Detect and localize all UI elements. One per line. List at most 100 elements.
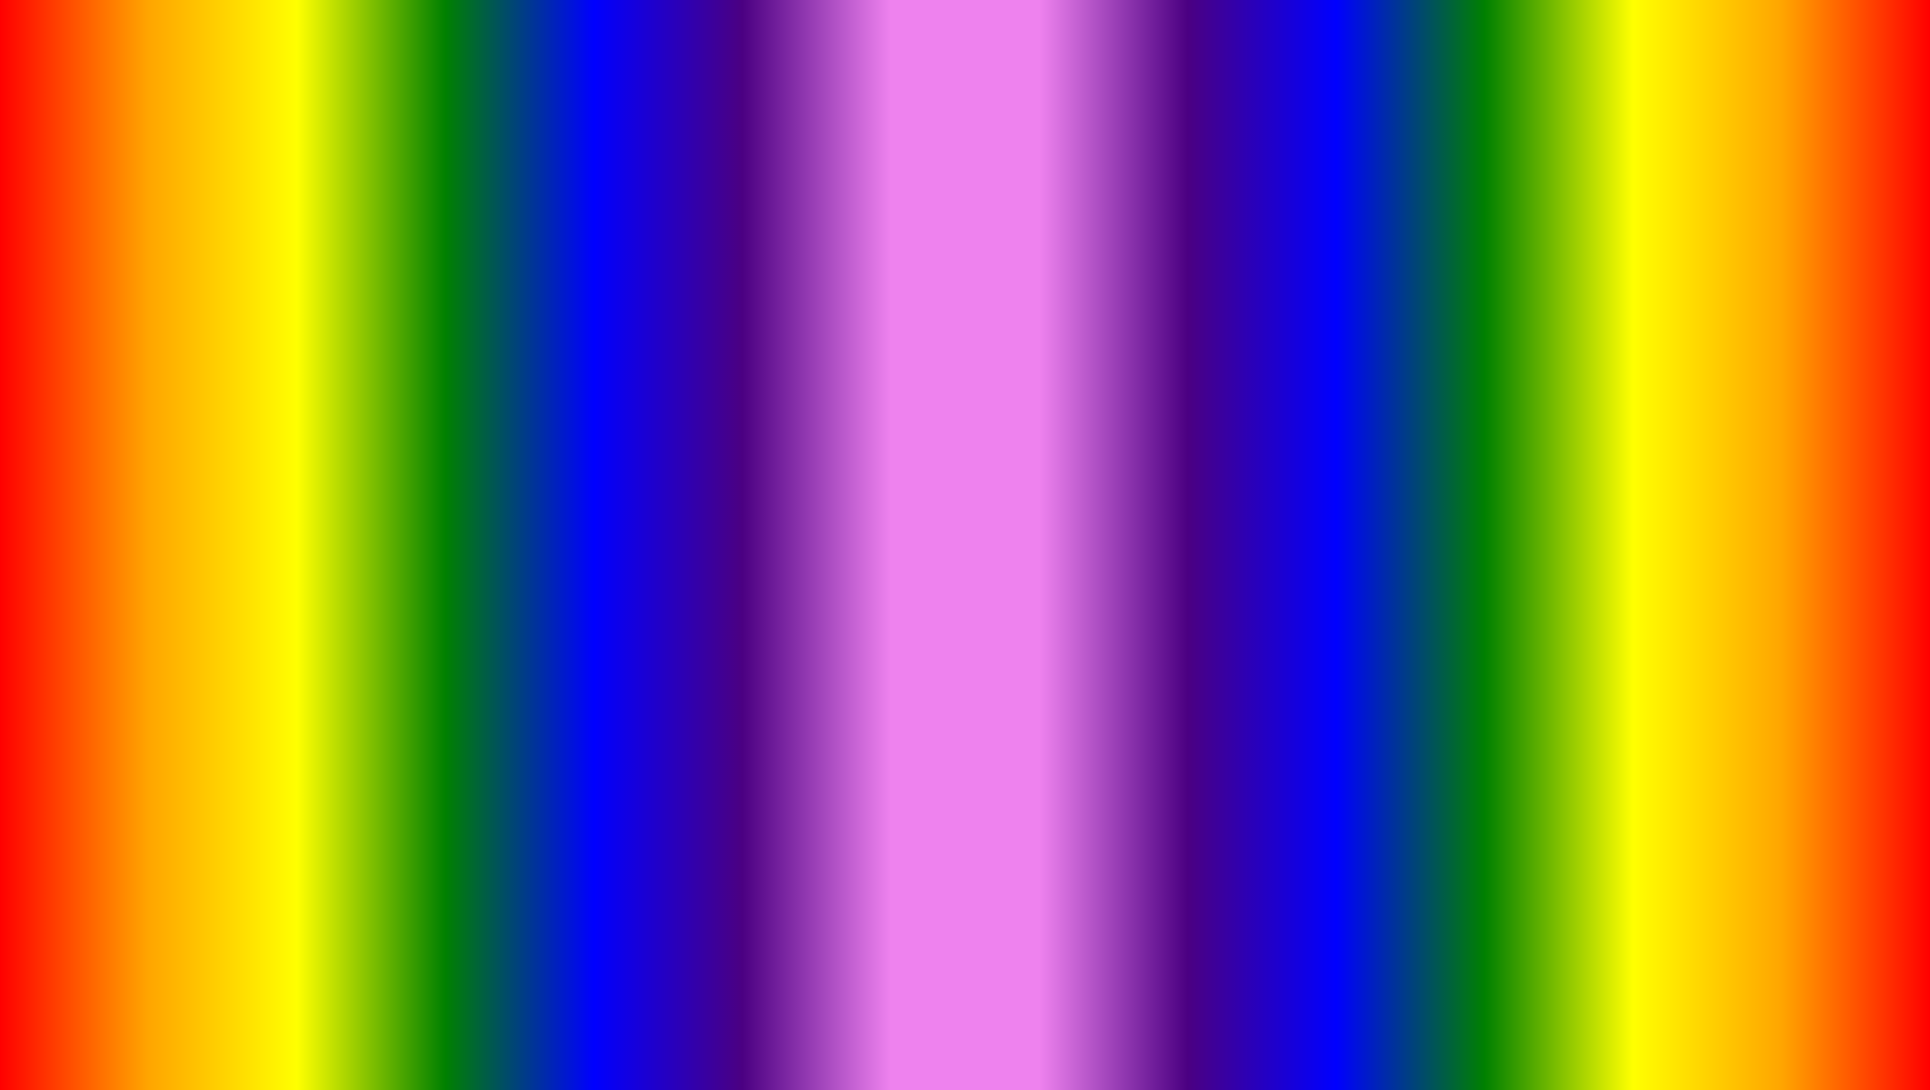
law-dungeon-header: \\ Law Dungeon //: [951, 463, 1379, 475]
bottom-pastebin: PASTEBIN: [1191, 952, 1709, 1058]
left-farm-selected-monster-label: Farm Selected Monster: [219, 500, 567, 514]
left-time-label: [Time] :: [416, 296, 456, 310]
bg-blob-purple: [1680, 690, 1930, 990]
left-panel-username: ULULUK: [131, 296, 184, 311]
left-time-value: 08:12:27: [470, 296, 517, 310]
right-auto-awake-icon: B: [959, 381, 991, 413]
title-letter-u: U: [1108, 32, 1206, 178]
right-sidebar: Main Settings Weapons Race V4 Stats Play…: [863, 367, 943, 633]
left-select-monster-row: Select Monster : ▼: [171, 447, 599, 479]
left-sidebar-teleport[interactable]: Teleport: [83, 571, 162, 604]
right-auto-buy-law-chip-label: Auto Buy Law Chip: [999, 496, 1347, 510]
title-letter-t: T: [1246, 32, 1329, 178]
right-sidebar-weapons[interactable]: Weapons: [863, 435, 942, 468]
right-panel-logo: B: [873, 289, 901, 317]
next-island-button[interactable]: Next Island: [951, 425, 1379, 457]
left-sidebar-settings[interactable]: Settings: [83, 401, 162, 434]
left-other-label: Other: [371, 427, 399, 439]
left-user-row: XxArSendxX Hr(s) : 0 Min(s) : 3 Sec(s) :…: [83, 324, 607, 367]
title-letter-b: B: [510, 32, 608, 178]
right-fps-label: [FPS] :: [1312, 296, 1349, 310]
right-auto-buy-law-chip-icon: B: [959, 487, 991, 519]
main-title: BLOX FRUITS: [0, 30, 1930, 180]
svg-text:B: B: [970, 595, 980, 611]
right-fps-value: 30: [1364, 296, 1377, 310]
left-sidebar: Main Settings Weapons Race V4 Stats Play…: [83, 367, 163, 609]
svg-text:B: B: [970, 389, 980, 405]
left-panel-stats: Blox Fruit Update 18 [Time] : 08:12:27 […: [291, 296, 597, 310]
left-select-monster-dropdown[interactable]: ▼: [274, 453, 591, 473]
law-dungeon-line-2: [1216, 469, 1379, 470]
right-auto-awake-checkbox[interactable]: [1355, 389, 1371, 405]
left-user-name: XxArSendxX: [133, 338, 211, 353]
svg-text:B: B: [970, 545, 980, 561]
left-auto-bf-mastery-label: Auto BF Mastery: [219, 572, 567, 586]
left-sidebar-main[interactable]: Main: [83, 367, 162, 400]
title-letter-s: S: [1330, 32, 1421, 178]
right-user-stats: Hr(s) : 0 Min(s) : 4 Sec(s) : 34 [Ping] …: [1070, 338, 1377, 352]
left-sidebar-player[interactable]: Player: [83, 537, 162, 570]
right-sidebar-teleport[interactable]: Teleport: [863, 571, 942, 604]
right-auto-buy-law-chip-checkbox[interactable]: [1355, 495, 1371, 511]
right-auto-buy-law-chip-row: B Auto Buy Law Chip: [951, 481, 1379, 525]
right-auto-awake-row: B Auto Awake: [951, 375, 1379, 419]
right-panel-content: B Auto Awake Next Island \\ Law Dungeon …: [943, 367, 1387, 633]
svg-text:B: B: [190, 389, 200, 405]
left-auto-bf-mastery-icon: B: [179, 563, 211, 595]
left-panel-header: B ULULUK Blox Fruit Update 18 [Time] : 0…: [83, 283, 607, 324]
left-sidebar-racev4[interactable]: Race V4: [83, 469, 162, 502]
left-sidebar-weapons[interactable]: Weapons: [83, 435, 162, 468]
right-panel-body: Main Settings Weapons Race V4 Stats Play…: [863, 367, 1387, 633]
left-fps-value: 33: [584, 296, 597, 310]
left-other-divider: Other: [171, 425, 599, 441]
right-panel-username: ULULUK: [911, 296, 964, 311]
left-auto-bf-mastery-checkbox[interactable]: [575, 571, 591, 587]
bottom-tagline: AUTO FARM SCRIPT PASTEBIN: [0, 951, 1930, 1060]
svg-text:B: B: [190, 499, 200, 515]
left-panel-body: Main Settings Weapons Race V4 Stats Play…: [83, 367, 607, 609]
law-dungeon-label: \\ Law Dungeon //: [1122, 463, 1208, 475]
right-time-value: 08:13:02: [1250, 296, 1297, 310]
left-script-panel: B ULULUK Blox Fruit Update 18 [Time] : 0…: [80, 280, 610, 612]
left-start-auto-farm-icon: B: [179, 381, 211, 413]
right-game-version: Blox Fruit Update 18: [1071, 296, 1180, 310]
left-sidebar-stats[interactable]: Stats: [83, 503, 162, 536]
left-user-stats: Hr(s) : 0 Min(s) : 3 Sec(s) : 58 [Ping] …: [296, 338, 597, 352]
left-farm-selected-monster-checkbox[interactable]: [575, 499, 591, 515]
title-letter-f: F: [927, 32, 1010, 178]
left-farm-selected-monster-icon: B: [179, 491, 211, 523]
right-user-name: XxArSendxX: [913, 338, 991, 353]
right-user-row: XxArSendxX Hr(s) : 0 Min(s) : 4 Sec(s) :…: [863, 324, 1387, 367]
right-panel-stats: Blox Fruit Update 18 [Time] : 08:13:02 […: [1071, 296, 1377, 310]
left-mastery-line-2: [413, 543, 599, 544]
right-script-panel: B ULULUK Blox Fruit Update 18 [Time] : 0…: [860, 280, 1390, 636]
right-sidebar-racev4[interactable]: Race V4: [863, 469, 942, 502]
title-letter-l: L: [608, 32, 691, 178]
left-divider-line-1: [171, 433, 363, 434]
left-auto-bf-mastery-row: B Auto BF Mastery: [171, 557, 599, 601]
right-auto-kill-law-label: Auto Kill Law: [999, 596, 1347, 610]
left-mastery-label: Mastery: [365, 537, 404, 549]
svg-text:B: B: [103, 298, 111, 311]
right-sidebar-player[interactable]: Player: [863, 537, 942, 570]
left-fps-label: [FPS] :: [532, 296, 569, 310]
left-start-auto-farm-label: Start Auto Farm: [219, 390, 567, 404]
right-auto-kill-law-checkbox[interactable]: [1355, 595, 1371, 611]
left-dropdown-arrow: ▼: [574, 456, 586, 470]
right-auto-start-law-dungeon-checkbox[interactable]: [1355, 545, 1371, 561]
right-sidebar-settings[interactable]: Settings: [863, 401, 942, 434]
bottom-farm: FARM: [497, 952, 803, 1058]
left-select-monster-label: Select Monster :: [179, 456, 266, 470]
law-dungeon-line-1: [951, 469, 1114, 470]
left-farm-selected-monster-row: B Farm Selected Monster: [171, 485, 599, 529]
right-auto-start-law-dungeon-label: Auto Start Law Dungeon: [999, 546, 1347, 560]
right-auto-kill-law-row: B Auto Kill Law: [951, 581, 1379, 625]
bottom-script: SCRIPT: [802, 952, 1191, 1058]
left-start-auto-farm-checkbox[interactable]: [575, 389, 591, 405]
right-sidebar-stats[interactable]: Stats: [863, 503, 942, 536]
right-auto-start-law-dungeon-icon: B: [959, 537, 991, 569]
right-auto-awake-label: Auto Awake: [999, 390, 1347, 404]
right-sidebar-main[interactable]: Main: [863, 367, 942, 400]
title-letter-x: X: [796, 32, 887, 178]
bottom-auto: AUTO: [221, 952, 496, 1058]
